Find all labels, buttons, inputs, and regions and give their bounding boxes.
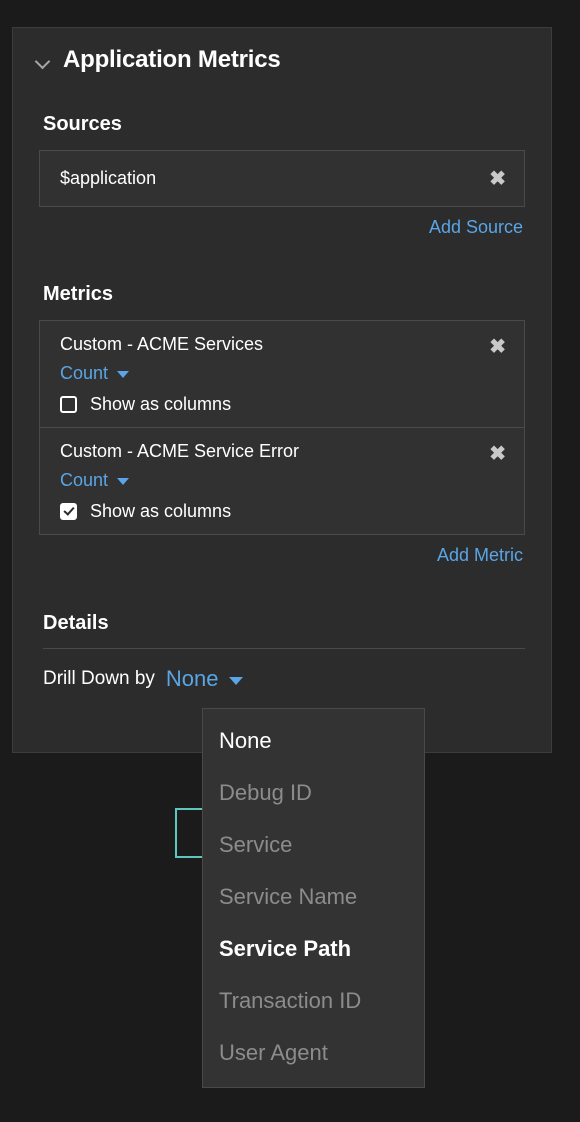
metric-list: Custom - ACME Services ✖ Count Show as c… [39,320,525,535]
menu-item-service: Service [219,832,293,857]
metric-aggregation-label: Count [60,363,109,383]
panel-header[interactable]: Application Metrics [13,28,551,74]
add-source-button[interactable]: Add Source [39,217,525,238]
chevron-down-icon[interactable] [35,53,50,68]
menu-item-none[interactable]: None [203,715,424,767]
metric-aggregation-dropdown[interactable]: Count [60,470,130,491]
metric-aggregation-label: Count [60,470,109,490]
remove-metric-icon[interactable]: ✖ [485,442,510,466]
menu-item-service-path[interactable]: Service Path [203,923,424,975]
show-as-columns-checkbox[interactable] [60,503,77,520]
menu-item-debug-id: Debug ID [219,780,312,805]
details-section: Details Drill Down by None [13,612,551,692]
menu-item-user-agent: User Agent [219,1040,328,1065]
source-value: $application [60,168,157,188]
metric-row[interactable]: Custom - ACME Service Error ✖ Count Show… [39,428,525,535]
metric-row[interactable]: Custom - ACME Services ✖ Count Show as c… [39,320,525,428]
show-as-columns-checkbox[interactable] [60,396,77,413]
chevron-down-icon [117,371,130,378]
source-row[interactable]: $application ✖ [39,150,525,207]
add-metric-button[interactable]: Add Metric [39,545,525,566]
drill-down-menu: None Debug ID Service Service Name Servi… [202,708,425,1088]
application-metrics-panel: Application Metrics Sources $application… [12,27,552,753]
metrics-heading: Metrics [43,283,114,305]
show-as-columns-toggle[interactable]: Show as columns [60,394,510,415]
show-as-columns-label: Show as columns [90,394,232,414]
details-heading: Details [43,612,109,634]
drill-down-dropdown[interactable]: None [166,666,243,692]
metrics-section: Metrics Custom - ACME Services ✖ Count S… [13,283,551,566]
drill-down-label: Drill Down by [43,668,155,689]
sources-section: Sources $application ✖ Add Source [13,113,551,238]
metric-aggregation-dropdown[interactable]: Count [60,363,130,384]
metric-name: Custom - ACME Service Error [60,441,300,461]
drill-down-row: Drill Down by None [13,649,551,692]
show-as-columns-toggle[interactable]: Show as columns [60,501,510,522]
menu-item-service-name: Service Name [219,884,358,909]
show-as-columns-label: Show as columns [90,501,232,521]
remove-metric-icon[interactable]: ✖ [485,335,510,359]
sources-heading: Sources [43,113,122,135]
menu-item-transaction-id: Transaction ID [219,988,362,1013]
drill-down-value: None [165,666,219,691]
chevron-down-icon [228,676,243,685]
page-title: Application Metrics [63,46,281,73]
metric-name: Custom - ACME Services [60,334,264,354]
chevron-down-icon [117,478,130,485]
remove-source-icon[interactable]: ✖ [485,167,510,191]
